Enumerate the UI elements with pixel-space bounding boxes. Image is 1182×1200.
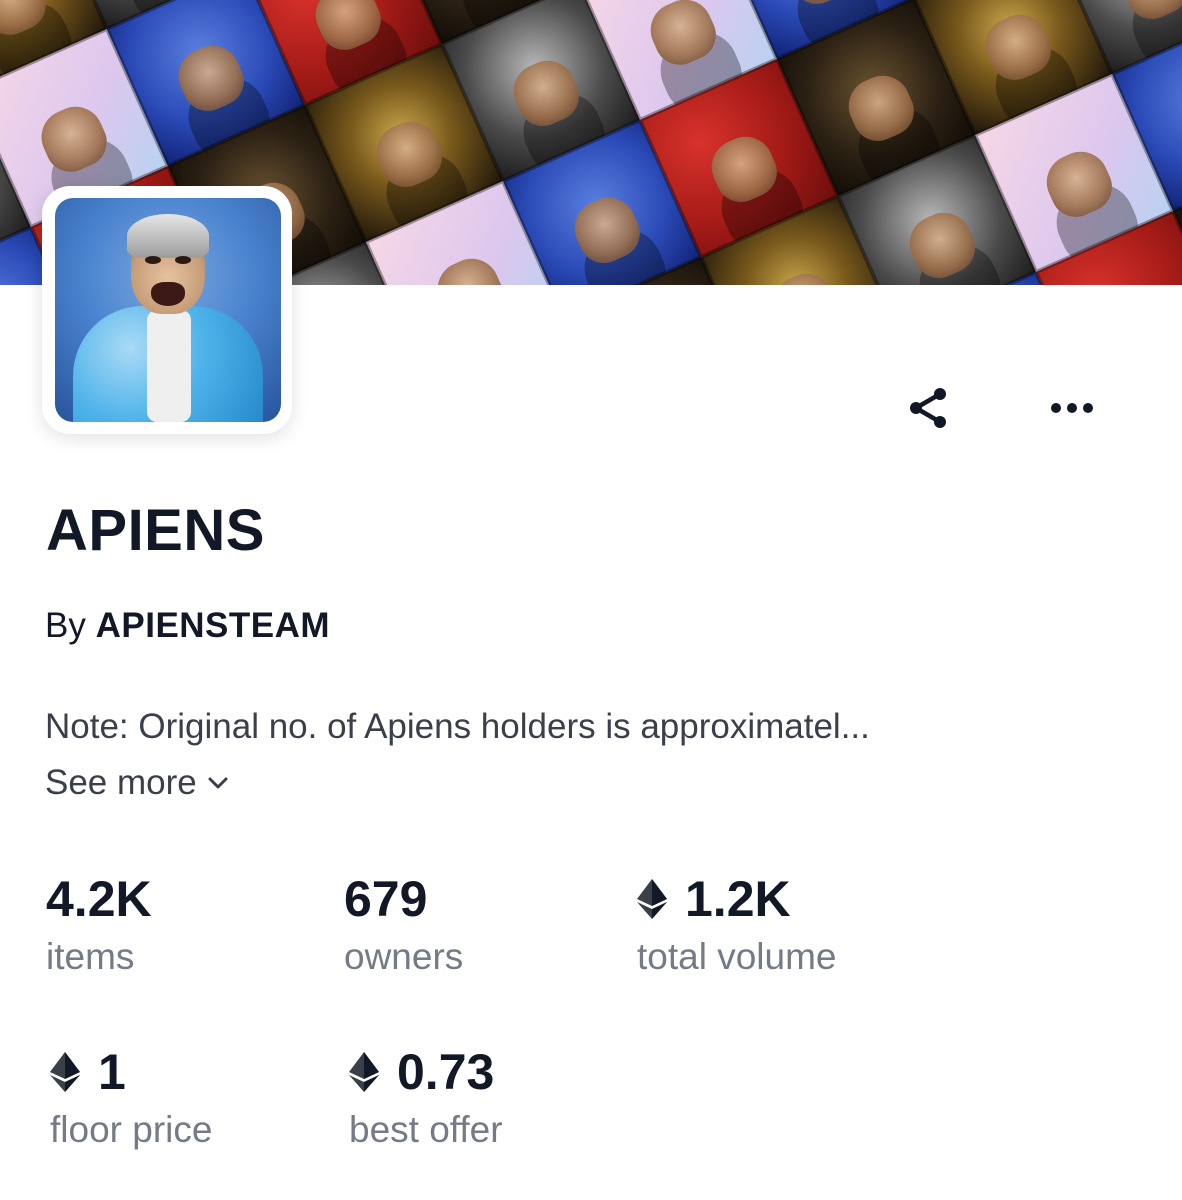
stat-value: 1 <box>50 1043 212 1101</box>
see-more-label: See more <box>45 763 197 802</box>
banner-ape-figure <box>0 0 54 43</box>
banner-ape-figure <box>367 113 450 195</box>
banner-ape-figure <box>641 0 724 73</box>
banner-ape-figure <box>32 98 115 180</box>
stat-value: 4.2K <box>46 870 152 928</box>
banner-ape-figure <box>504 52 587 134</box>
stat-label: total volume <box>637 936 837 977</box>
stat-label: items <box>46 936 135 977</box>
collection-title: APIENS <box>46 498 265 563</box>
banner-ape-figure <box>1175 82 1182 164</box>
banner-ape-figure <box>565 189 648 271</box>
ethereum-icon <box>50 1052 80 1092</box>
stat-value-text: 679 <box>344 871 428 927</box>
stat-value: 679 <box>344 870 463 928</box>
banner-ape-figure <box>778 0 861 12</box>
collection-avatar <box>42 186 292 434</box>
stat-value: 1.2K <box>637 870 837 928</box>
ethereum-icon <box>349 1052 379 1092</box>
stat-label: floor price <box>50 1109 213 1150</box>
stat-label: best offer <box>349 1109 503 1150</box>
share-icon <box>910 388 946 428</box>
avatar-eye <box>145 256 161 264</box>
banner-ape-figure <box>1114 0 1182 27</box>
stat-value-text: 4.2K <box>46 871 152 927</box>
stat-label: owners <box>344 936 464 977</box>
stat-value-text: 1.2K <box>685 871 791 927</box>
avatar-image <box>55 198 281 422</box>
avatar-hair <box>127 214 209 258</box>
avatar-eye <box>175 256 191 264</box>
see-more-button[interactable]: See more <box>45 760 229 806</box>
banner-ape-figure <box>1099 280 1181 285</box>
stat-items[interactable]: 4.2K items <box>46 870 152 980</box>
collection-page: APIENS By APIENSTEAM Note: Original no. … <box>0 0 1182 1200</box>
creator-link[interactable]: APIENSTEAM <box>96 606 330 645</box>
banner-ape-figure <box>428 250 511 285</box>
banner-ape-figure <box>702 128 785 210</box>
more-options-button[interactable] <box>1042 378 1102 438</box>
stat-best-offer[interactable]: 0.73 best offer <box>349 1043 503 1153</box>
banner-ape-figure <box>901 204 983 285</box>
chevron-down-icon <box>207 776 229 790</box>
banner-ape-figure <box>169 37 252 119</box>
stat-floor-price[interactable]: 1 floor price <box>50 1043 212 1153</box>
more-options-icon <box>1051 403 1093 413</box>
creator-byline: By APIENSTEAM <box>45 604 330 648</box>
avatar-mouth <box>151 282 185 306</box>
share-button[interactable] <box>898 378 958 438</box>
ethereum-icon <box>637 879 667 919</box>
stat-value-text: 1 <box>98 1044 126 1100</box>
banner-ape-figure <box>977 6 1059 88</box>
avatar-shirt <box>147 310 191 422</box>
byline-prefix: By <box>45 606 86 645</box>
stat-value: 0.73 <box>349 1043 503 1101</box>
banner-ape-figure <box>840 67 922 149</box>
collection-description: Note: Original no. of Apiens holders is … <box>45 707 870 746</box>
stat-total-volume[interactable]: 1.2K total volume <box>637 870 837 980</box>
banner-ape-figure <box>306 0 389 58</box>
banner-ape-figure <box>763 265 846 285</box>
stat-owners[interactable]: 679 owners <box>344 870 463 980</box>
banner-ape-figure <box>1038 143 1120 225</box>
stat-value-text: 0.73 <box>397 1044 495 1100</box>
